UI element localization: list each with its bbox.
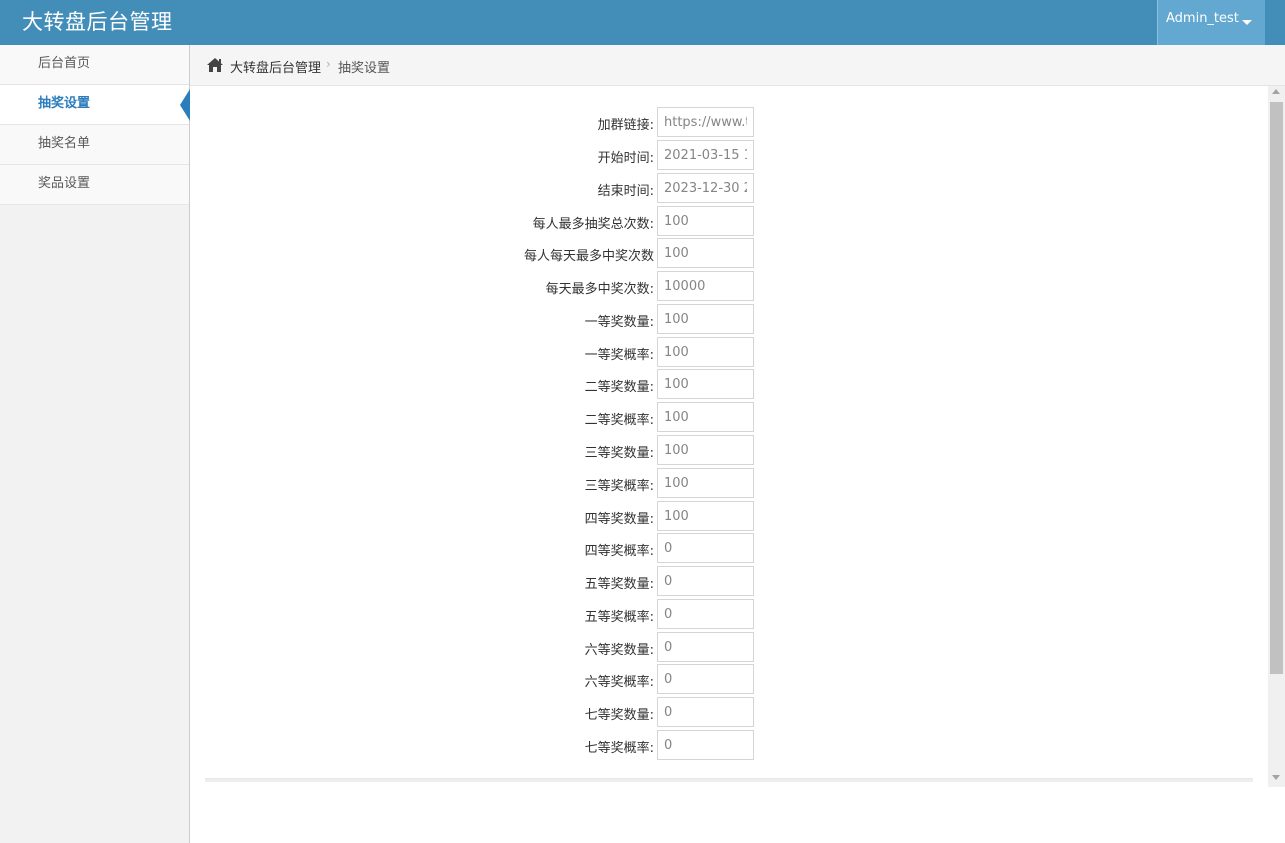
field-label: 加群链接:	[597, 118, 654, 133]
scroll-up-arrow-icon[interactable]	[1272, 89, 1280, 94]
form-row: 开始时间:	[190, 140, 1268, 170]
form-row: 六等奖概率:	[190, 664, 1268, 694]
form-row: 一等奖数量:	[190, 304, 1268, 334]
form-row: 三等奖数量:	[190, 435, 1268, 465]
field-label: 结束时间:	[597, 184, 654, 199]
field-label: 每人每天最多中奖次数	[523, 249, 654, 264]
field-label: 七等奖概率:	[584, 741, 654, 756]
max-wins-per-day-input[interactable]	[657, 271, 754, 301]
field-label: 五等奖概率:	[584, 610, 654, 625]
fifth-prize-quantity-input[interactable]	[657, 566, 754, 596]
form-row: 三等奖概率:	[190, 468, 1268, 498]
second-prize-probability-input[interactable]	[657, 402, 754, 432]
field-label: 六等奖数量:	[584, 643, 654, 658]
form-row: 六等奖数量:	[190, 632, 1268, 662]
field-label: 二等奖数量:	[584, 380, 654, 395]
form-row: 二等奖概率:	[190, 402, 1268, 432]
form-row: 加群链接:	[190, 107, 1268, 137]
sidebar-item-home[interactable]: 后台首页	[0, 45, 189, 85]
field-label: 每天最多中奖次数:	[545, 282, 654, 297]
third-prize-quantity-input[interactable]	[657, 435, 754, 465]
home-icon[interactable]	[206, 57, 224, 73]
form-actions-divider	[205, 778, 1253, 782]
first-prize-probability-input[interactable]	[657, 337, 754, 367]
end-time-input[interactable]	[657, 173, 754, 203]
field-label: 六等奖概率:	[584, 675, 654, 690]
field-label: 一等奖概率:	[584, 348, 654, 363]
breadcrumb: 大转盘后台管理 › 抽奖设置	[190, 45, 1285, 86]
sixth-prize-probability-input[interactable]	[657, 664, 754, 694]
breadcrumb-separator: ›	[326, 57, 331, 71]
form-row: 每天最多中奖次数:	[190, 271, 1268, 301]
fourth-prize-quantity-input[interactable]	[657, 501, 754, 531]
app-brand[interactable]: 大转盘后台管理	[22, 8, 173, 36]
seventh-prize-probability-input[interactable]	[657, 730, 754, 760]
sidebar-item-label: 抽奖设置	[38, 96, 91, 111]
vertical-scrollbar[interactable]	[1268, 86, 1285, 787]
form-row: 四等奖概率:	[190, 533, 1268, 563]
field-label: 每人最多抽奖总次数:	[532, 217, 654, 232]
sidebar-item-label: 奖品设置	[38, 176, 91, 191]
sidebar: 后台首页 抽奖设置 抽奖名单 奖品设置	[0, 45, 190, 843]
breadcrumb-current: 抽奖设置	[338, 61, 391, 76]
sidebar-item-lottery-list[interactable]: 抽奖名单	[0, 125, 189, 165]
form-row: 二等奖数量:	[190, 369, 1268, 399]
sidebar-item-label: 抽奖名单	[38, 136, 91, 151]
field-label: 三等奖概率:	[584, 479, 654, 494]
start-time-input[interactable]	[657, 140, 754, 170]
field-label: 三等奖数量:	[584, 446, 654, 461]
main-content: 加群链接: 开始时间: 结束时间: 每人最多抽奖总次数: 每人每天最多中奖次数 …	[190, 86, 1268, 843]
caret-down-icon	[1242, 20, 1252, 25]
seventh-prize-quantity-input[interactable]	[657, 697, 754, 727]
field-label: 一等奖数量:	[584, 315, 654, 330]
third-prize-probability-input[interactable]	[657, 468, 754, 498]
max-draws-per-user-input[interactable]	[657, 206, 754, 236]
scroll-down-arrow-icon[interactable]	[1272, 775, 1280, 780]
field-label: 开始时间:	[597, 151, 654, 166]
scrollbar-thumb[interactable]	[1270, 102, 1283, 674]
first-prize-quantity-input[interactable]	[657, 304, 754, 334]
form-row: 结束时间:	[190, 173, 1268, 203]
form-row: 每人每天最多中奖次数	[190, 238, 1268, 268]
field-label: 七等奖数量:	[584, 708, 654, 723]
sidebar-nav: 后台首页 抽奖设置 抽奖名单 奖品设置	[0, 45, 190, 205]
second-prize-quantity-input[interactable]	[657, 369, 754, 399]
form-row: 五等奖数量:	[190, 566, 1268, 596]
group-link-input[interactable]	[657, 107, 754, 137]
user-menu[interactable]: Admin_test	[1157, 0, 1265, 45]
max-wins-per-user-per-day-input[interactable]	[657, 238, 754, 268]
form-row: 一等奖概率:	[190, 337, 1268, 367]
form-row: 七等奖概率:	[190, 730, 1268, 760]
sidebar-item-label: 后台首页	[38, 56, 91, 71]
form-row: 七等奖数量:	[190, 697, 1268, 727]
form-row: 五等奖概率:	[190, 599, 1268, 629]
user-name: Admin_test	[1166, 11, 1239, 26]
field-label: 四等奖数量:	[584, 512, 654, 527]
field-label: 四等奖概率:	[584, 544, 654, 559]
fourth-prize-probability-input[interactable]	[657, 533, 754, 563]
form-row: 四等奖数量:	[190, 501, 1268, 531]
top-navbar: 大转盘后台管理 Admin_test	[0, 0, 1285, 45]
field-label: 二等奖概率:	[584, 413, 654, 428]
breadcrumb-home-link[interactable]: 大转盘后台管理	[230, 57, 321, 76]
sidebar-item-prize-settings[interactable]: 奖品设置	[0, 165, 189, 205]
sidebar-item-lottery-settings[interactable]: 抽奖设置	[0, 85, 190, 125]
form-row: 每人最多抽奖总次数:	[190, 206, 1268, 236]
sixth-prize-quantity-input[interactable]	[657, 632, 754, 662]
field-label: 五等奖数量:	[584, 577, 654, 592]
fifth-prize-probability-input[interactable]	[657, 599, 754, 629]
